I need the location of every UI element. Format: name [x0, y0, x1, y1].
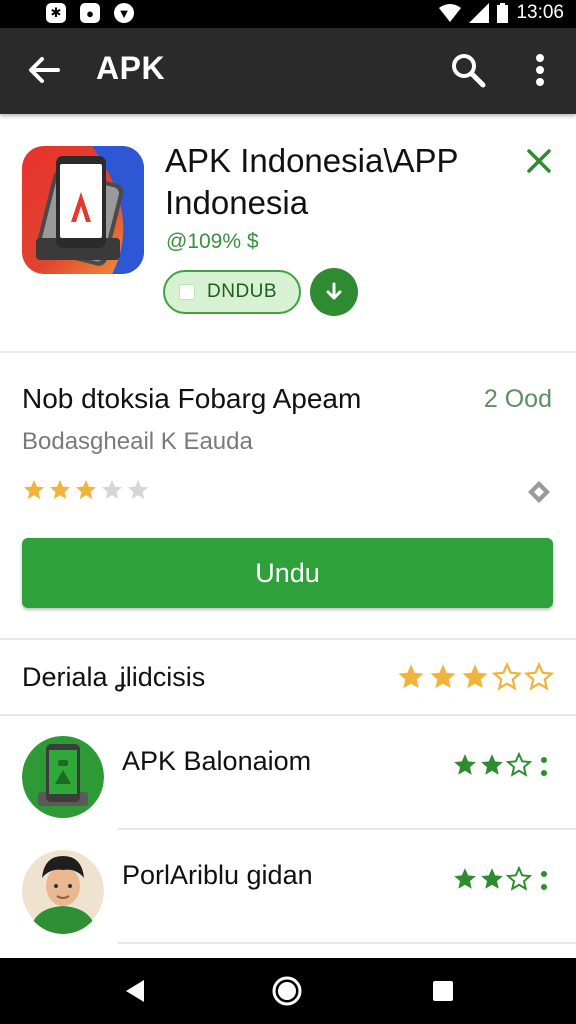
- checkbox-icon: [179, 284, 195, 300]
- phone-avatar-icon: [22, 734, 104, 820]
- star-filled-icon: [50, 480, 70, 499]
- home-circle-icon[interactable]: [270, 974, 304, 1008]
- star-filled-icon: [454, 868, 476, 889]
- close-icon[interactable]: [522, 144, 556, 178]
- star-filled-icon: [481, 754, 503, 775]
- puzzle-icon: ✱: [46, 3, 66, 23]
- download-icon: [326, 282, 342, 300]
- star-filled-icon: [430, 664, 456, 689]
- list-item-name: APK Balonaiom: [122, 746, 312, 776]
- more-vert-icon[interactable]: [538, 754, 550, 780]
- search-icon[interactable]: [448, 50, 488, 90]
- app-title: APK Indonesia\APP Indonesia: [165, 142, 458, 221]
- star-filled-icon: [454, 754, 476, 775]
- section-title: Deriala ʝlidcisis: [22, 662, 206, 692]
- star-filled-icon: [24, 480, 44, 499]
- app-size-text: @109% $: [166, 230, 259, 253]
- list-item-stars: [452, 866, 532, 892]
- install-pill-button[interactable]: DNDUB: [163, 270, 301, 314]
- download-button[interactable]: [310, 268, 358, 316]
- list-item[interactable]: APK Balonaiom: [0, 716, 576, 828]
- app-bar-title: APK: [96, 50, 166, 86]
- info-value: 2 Ood: [483, 385, 552, 413]
- star-filled-icon: [76, 480, 96, 499]
- notification-icons: ✱ ● ▼: [46, 3, 134, 23]
- share-diamond-icon[interactable]: [525, 478, 553, 506]
- section-rating-stars: [396, 662, 554, 692]
- star-empty-icon: [492, 662, 522, 691]
- divider: [118, 942, 576, 944]
- status-bar: ✱ ● ▼ 13:06: [0, 0, 576, 28]
- star-empty-icon: [506, 866, 532, 891]
- star-filled-icon: [462, 664, 488, 689]
- record-icon: ●: [80, 3, 100, 23]
- battery-icon: [497, 3, 509, 23]
- wifi-icon: [439, 4, 462, 22]
- person-avatar-icon: [22, 848, 104, 934]
- install-pill-label: DNDUB: [207, 281, 278, 302]
- divider: [0, 351, 576, 353]
- signal-icon: [469, 3, 490, 23]
- info-title: Nob dtoksia Fobarg Apeam: [22, 383, 362, 414]
- rating-stars: [22, 478, 150, 502]
- back-triangle-icon[interactable]: [118, 974, 152, 1008]
- info-subtitle: Bodasgheail K Eauda: [22, 428, 253, 455]
- back-arrow-icon[interactable]: [24, 50, 64, 90]
- star-empty-icon: [102, 480, 122, 499]
- status-time: 13:06: [516, 2, 564, 23]
- app-bar: APK: [0, 28, 576, 114]
- list-item-stars: [452, 752, 532, 778]
- more-vert-icon[interactable]: [538, 868, 550, 894]
- star-filled-icon: [398, 664, 424, 689]
- undu-button[interactable]: Undu: [22, 538, 553, 608]
- app-icon[interactable]: [22, 146, 144, 274]
- list-item[interactable]: PorlAriblu ɡidan: [0, 830, 576, 942]
- star-empty-icon: [506, 752, 532, 777]
- star-empty-icon: [128, 480, 148, 499]
- navigation-bar: [0, 958, 576, 1024]
- recents-square-icon[interactable]: [426, 974, 460, 1008]
- system-icons: 13:06: [439, 2, 564, 24]
- more-vert-icon[interactable]: [522, 50, 558, 90]
- divider: [0, 638, 576, 640]
- star-empty-icon: [524, 662, 554, 691]
- star-filled-icon: [481, 868, 503, 889]
- list-item-name: PorlAriblu ɡidan: [122, 860, 313, 890]
- shield-icon: ▼: [114, 3, 134, 23]
